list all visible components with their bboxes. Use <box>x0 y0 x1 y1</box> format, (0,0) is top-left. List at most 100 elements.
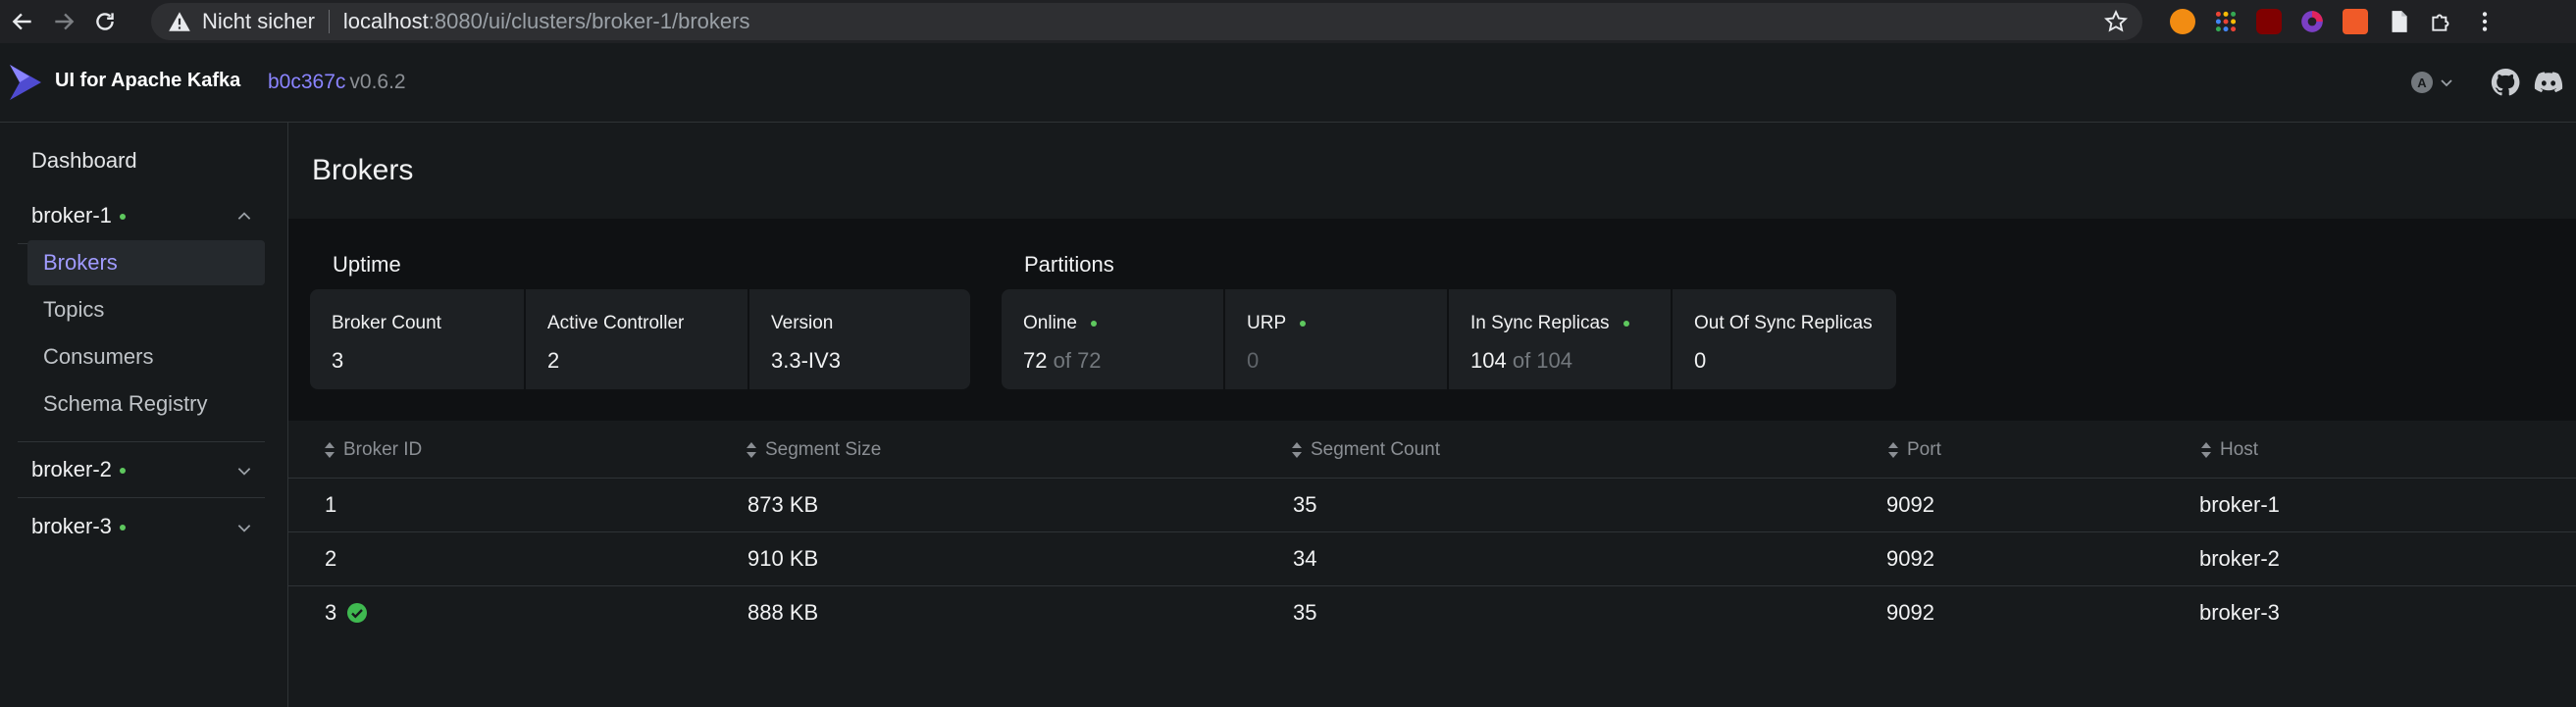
in-sync-replicas-card: In Sync Replicas 104 of 104 <box>1449 289 1671 389</box>
warning-icon <box>169 12 190 31</box>
cluster-name: broker-1 <box>31 203 126 228</box>
card-value: 0 <box>1694 348 1707 373</box>
table-row[interactable]: 3 888 KB 35 9092 broker-3 <box>288 586 2576 639</box>
sort-icon <box>747 442 756 458</box>
sort-icon <box>1888 442 1898 458</box>
sidebar-item-consumers[interactable]: Consumers <box>27 334 265 379</box>
status-dot <box>1300 321 1307 327</box>
sidebar-item-schema-registry[interactable]: Schema Registry <box>27 381 265 427</box>
page-title: Brokers <box>312 154 414 186</box>
extensions-area <box>2170 0 2498 43</box>
grid-extension-icon[interactable] <box>2213 9 2239 34</box>
port-cell: 9092 <box>1886 546 1934 571</box>
app-header: UI for Apache Kafka b0c367c v0.6.2 A <box>0 43 2576 123</box>
sort-icon <box>1292 442 1302 458</box>
reload-icon[interactable] <box>86 3 124 40</box>
sidebar: Dashboard broker-1 Brokers Topics Consum… <box>0 123 288 707</box>
brokers-table: Broker ID Segment Size Segment Count Por… <box>288 421 2576 639</box>
card-label: Broker Count <box>332 313 441 333</box>
theme-selector[interactable]: A <box>2411 72 2454 93</box>
segment-size-cell: 888 KB <box>747 600 819 625</box>
urp-card: URP 0 <box>1225 289 1447 389</box>
github-icon[interactable] <box>2490 67 2521 98</box>
version-info: b0c367c v0.6.2 <box>268 71 406 94</box>
card-label: In Sync Replicas <box>1470 313 1671 334</box>
back-icon[interactable] <box>4 3 41 40</box>
chevron-up-icon[interactable] <box>235 208 253 226</box>
cluster-broker-1[interactable]: broker-1 <box>18 188 265 244</box>
chevron-down-icon[interactable] <box>235 462 253 480</box>
column-port[interactable]: Port <box>1887 439 1941 461</box>
partitions-group-label: Partitions <box>1024 252 1114 277</box>
menu-kebab-icon[interactable] <box>2472 9 2498 34</box>
table-row[interactable]: 2 910 KB 34 9092 broker-2 <box>288 532 2576 586</box>
segment-count-cell: 35 <box>1293 600 1317 625</box>
card-label: Online <box>1023 313 1223 334</box>
card-value: 72 of 72 <box>1023 348 1102 373</box>
card-label: Out Of Sync Replicas <box>1694 313 1873 333</box>
card-value: 2 <box>547 348 560 373</box>
chevron-down-icon[interactable] <box>235 519 253 536</box>
card-value: 3 <box>332 348 344 373</box>
host-cell: broker-3 <box>2199 600 2280 625</box>
main-content: Brokers Uptime Partitions Broker Count 3… <box>288 123 2576 707</box>
cluster-broker-3[interactable]: broker-3 <box>18 499 265 554</box>
cluster-broker-2[interactable]: broker-2 <box>18 442 265 498</box>
port-cell: 9092 <box>1886 600 1934 625</box>
online-partitions-card: Online 72 of 72 <box>1002 289 1223 389</box>
broker-id-cell[interactable]: 1 <box>325 492 336 518</box>
address-bar[interactable]: Nicht sicher localhost:8080/ui/clusters/… <box>151 3 2142 40</box>
broker-id-cell[interactable]: 3 <box>325 600 368 626</box>
ublock-icon[interactable] <box>2256 9 2282 34</box>
orange-extension-icon[interactable] <box>2170 9 2195 34</box>
status-dot <box>1090 321 1097 327</box>
chevron-down-icon <box>2441 79 2452 87</box>
sidebar-item-brokers[interactable]: Brokers <box>27 240 265 285</box>
header-actions: A <box>2411 67 2576 98</box>
segment-size-cell: 910 KB <box>747 546 819 571</box>
cluster-online-dot <box>119 214 126 221</box>
cluster-online-dot <box>119 468 126 475</box>
active-controller-card: Active Controller 2 <box>526 289 747 389</box>
card-label: URP <box>1247 313 1447 334</box>
version-label: v0.6.2 <box>349 71 406 93</box>
color-wheel-extension-icon[interactable] <box>2299 9 2325 34</box>
url-host: localhost <box>342 9 429 33</box>
cluster-name: broker-2 <box>31 457 126 482</box>
card-label: Version <box>771 313 834 333</box>
column-broker-id[interactable]: Broker ID <box>324 439 422 461</box>
host-cell: broker-1 <box>2199 492 2280 517</box>
card-value: 3.3-IV3 <box>771 348 841 373</box>
bookmark-star-icon[interactable] <box>2103 9 2129 34</box>
sort-icon <box>325 442 335 458</box>
url-path: :8080/ui/clusters/broker-1/brokers <box>428 9 750 33</box>
kafka-logo-icon[interactable] <box>6 63 43 102</box>
red-extension-icon[interactable] <box>2343 9 2368 34</box>
sidebar-item-topics[interactable]: Topics <box>27 287 265 332</box>
table-row[interactable]: 1 873 KB 35 9092 broker-1 <box>288 479 2576 532</box>
out-of-sync-replicas-card: Out Of Sync Replicas 0 <box>1673 289 1896 389</box>
app-title[interactable]: UI for Apache Kafka <box>55 70 240 92</box>
browser-toolbar: Nicht sicher localhost:8080/ui/clusters/… <box>0 0 2576 43</box>
broker-count-card: Broker Count 3 <box>310 289 524 389</box>
metrics-section: Uptime Partitions Broker Count 3 Active … <box>288 219 2576 421</box>
cluster-online-dot <box>119 525 126 531</box>
host-cell: broker-2 <box>2199 546 2280 571</box>
commit-link[interactable]: b0c367c <box>268 71 345 93</box>
column-segment-count[interactable]: Segment Count <box>1291 439 1440 461</box>
forward-icon[interactable] <box>45 3 82 40</box>
column-host[interactable]: Host <box>2200 439 2258 461</box>
version-card: Version 3.3-IV3 <box>749 289 970 389</box>
table-header: Broker ID Segment Size Segment Count Por… <box>288 421 2576 479</box>
active-controller-check-icon <box>347 603 368 623</box>
sidebar-item-dashboard[interactable]: Dashboard <box>31 148 137 174</box>
document-extension-icon[interactable] <box>2386 9 2411 34</box>
security-label[interactable]: Nicht sicher <box>202 9 315 34</box>
sort-icon <box>2201 442 2211 458</box>
column-segment-size[interactable]: Segment Size <box>746 439 881 461</box>
card-value: 0 <box>1247 348 1260 373</box>
extensions-puzzle-icon[interactable] <box>2429 9 2454 34</box>
broker-id-cell[interactable]: 2 <box>325 546 336 572</box>
discord-icon[interactable] <box>2533 67 2564 98</box>
card-value: 104 of 104 <box>1470 348 1573 373</box>
